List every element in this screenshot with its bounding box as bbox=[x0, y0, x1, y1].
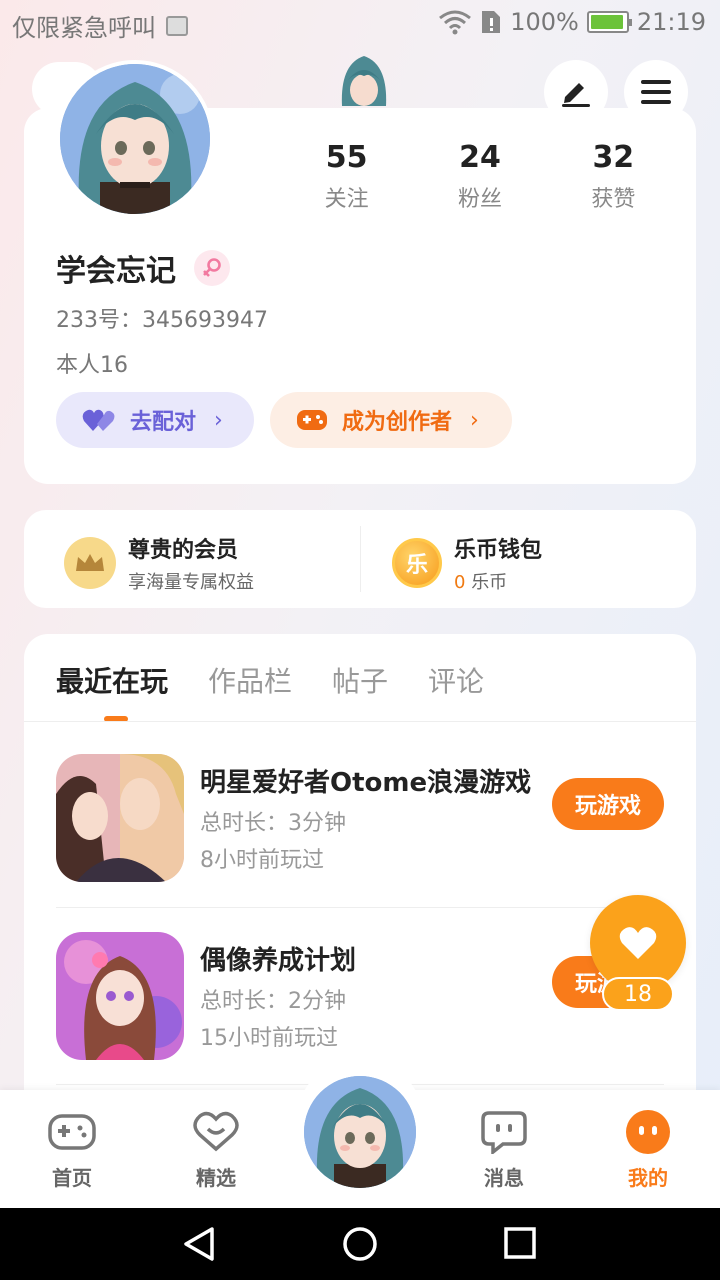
content-card: 最近在玩 作品栏 帖子 评论 明星爱好者Otome浪漫游戏 总时长：3分钟 8小… bbox=[24, 634, 696, 1104]
profile-stats: 55 关注 24 粉丝 32 获赞 bbox=[280, 140, 680, 213]
header-avatar bbox=[336, 50, 392, 106]
game-duration: 总时长：2分钟 bbox=[200, 989, 346, 1014]
nav-label: 我的 bbox=[628, 1166, 668, 1190]
stat-label: 粉丝 bbox=[457, 187, 502, 212]
carrier-text: 仅限紧急呼叫 bbox=[12, 14, 156, 42]
wallet-title: 乐币钱包 bbox=[454, 538, 543, 563]
username: 学会忘记 bbox=[56, 254, 176, 289]
image-notification-icon bbox=[166, 15, 188, 36]
nav-me[interactable]: 我的 bbox=[598, 1108, 698, 1191]
tab-works[interactable]: 作品栏 bbox=[208, 660, 292, 700]
nav-label: 消息 bbox=[484, 1166, 524, 1190]
creator-label: 成为创作者 bbox=[342, 410, 453, 435]
stat-value: 55 bbox=[325, 140, 368, 175]
pen-icon bbox=[562, 83, 590, 107]
wallet-unit: 乐币 bbox=[471, 572, 508, 593]
tab-comments[interactable]: 评论 bbox=[428, 660, 484, 700]
match-label: 去配对 bbox=[130, 410, 197, 435]
status-bar: 仅限紧急呼叫 100% 21:19 bbox=[0, 0, 720, 50]
profile-avatar[interactable] bbox=[56, 60, 214, 218]
membership-card: 尊贵的会员 享海量专属权益 乐 乐币钱包 0 乐币 bbox=[24, 510, 696, 608]
gamepad-plus-icon bbox=[297, 410, 327, 430]
crown-icon bbox=[64, 537, 116, 589]
stat-label: 获赞 bbox=[591, 187, 636, 212]
wallet-entry[interactable]: 乐 乐币钱包 0 乐币 bbox=[392, 532, 542, 594]
user-bio: 本人16 bbox=[56, 353, 128, 378]
game-title: 明星爱好者Otome浪漫游戏 bbox=[200, 768, 532, 798]
game-title: 偶像养成计划 bbox=[200, 946, 357, 976]
game-duration: 总时长：3分钟 bbox=[200, 811, 346, 836]
sim-alert-icon bbox=[482, 11, 501, 33]
back-icon[interactable] bbox=[180, 1226, 220, 1262]
profile-dots-icon bbox=[626, 1110, 670, 1154]
become-creator-button[interactable]: 成为创作者 › bbox=[270, 392, 512, 448]
battery-icon bbox=[586, 11, 632, 33]
clock: 21:19 bbox=[636, 8, 706, 36]
like-count-badge: 18 bbox=[602, 977, 674, 1011]
list-item[interactable]: 偶像养成计划 总时长：2分钟 15小时前玩过 玩游戏 bbox=[56, 907, 664, 1083]
center-avatar-button[interactable] bbox=[304, 1076, 416, 1188]
divider bbox=[360, 526, 361, 592]
tab-posts[interactable]: 帖子 bbox=[332, 660, 388, 700]
divider bbox=[24, 721, 696, 722]
play-game-button[interactable]: 玩游戏 bbox=[552, 778, 664, 830]
tab-recent[interactable]: 最近在玩 bbox=[56, 660, 168, 700]
coin-icon: 乐 bbox=[392, 538, 442, 588]
user-id: 233号：345693947 bbox=[56, 308, 268, 333]
message-icon bbox=[481, 1111, 527, 1154]
system-nav-bar bbox=[0, 1208, 720, 1280]
stat-label: 关注 bbox=[324, 187, 369, 212]
wallet-balance: 0 bbox=[454, 572, 466, 593]
match-button[interactable]: 去配对 › bbox=[56, 392, 254, 448]
gamepad-icon bbox=[48, 1114, 96, 1150]
wifi-icon bbox=[439, 10, 472, 35]
content-tabs: 最近在玩 作品栏 帖子 评论 bbox=[56, 660, 484, 700]
heart-chat-icon bbox=[193, 1111, 239, 1152]
chevron-right-icon: › bbox=[214, 407, 223, 433]
stat-followers[interactable]: 24 粉丝 bbox=[413, 140, 546, 213]
recents-icon[interactable] bbox=[500, 1226, 540, 1262]
game-last-played: 15小时前玩过 bbox=[200, 1026, 338, 1051]
game-icon bbox=[56, 932, 184, 1060]
nav-featured[interactable]: 精选 bbox=[166, 1108, 266, 1191]
nav-messages[interactable]: 消息 bbox=[454, 1108, 554, 1191]
home-icon[interactable] bbox=[340, 1226, 380, 1262]
vip-subtitle: 享海量专属权益 bbox=[128, 572, 254, 593]
nav-label: 精选 bbox=[196, 1166, 236, 1190]
vip-title: 尊贵的会员 bbox=[128, 538, 239, 563]
chevron-right-icon: › bbox=[470, 407, 479, 433]
heart-icon bbox=[619, 927, 657, 959]
female-icon bbox=[194, 250, 230, 286]
stat-following[interactable]: 55 关注 bbox=[280, 140, 413, 213]
double-heart-icon bbox=[82, 409, 115, 431]
stat-value: 32 bbox=[592, 140, 635, 175]
game-last-played: 8小时前玩过 bbox=[200, 848, 324, 873]
list-item[interactable]: 明星爱好者Otome浪漫游戏 总时长：3分钟 8小时前玩过 玩游戏 bbox=[56, 730, 664, 906]
battery-percent: 100% bbox=[510, 8, 579, 36]
game-icon bbox=[56, 754, 184, 882]
stat-value: 24 bbox=[459, 140, 501, 175]
nav-label: 首页 bbox=[52, 1166, 92, 1190]
hamburger-icon bbox=[641, 80, 671, 104]
stat-likes[interactable]: 32 获赞 bbox=[547, 140, 680, 213]
vip-entry[interactable]: 尊贵的会员 享海量专属权益 bbox=[64, 532, 254, 594]
nav-home[interactable]: 首页 bbox=[22, 1108, 122, 1191]
